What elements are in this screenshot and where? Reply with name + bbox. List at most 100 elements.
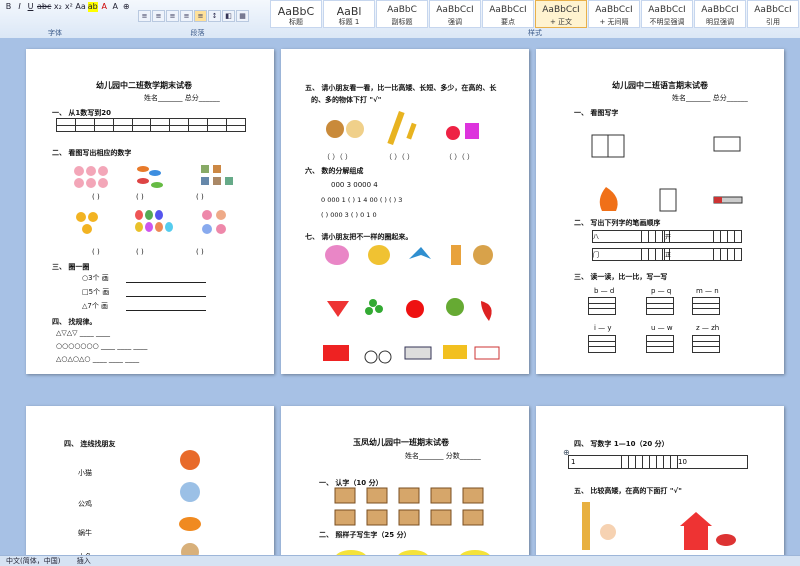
underline-button[interactable]: U [26,2,35,12]
style-strong[interactable]: AaBbCcI 要点 [482,0,534,28]
page-writing-numbers[interactable]: 四、 写数字 1—10（20 分） ⊕ 1 10 五、 比较高矮，在高的下面打 "… [536,406,784,556]
stroke-grid-ba[interactable]: 八 [591,230,671,243]
font-color-button[interactable]: A [100,2,109,12]
character-cards [334,487,484,526]
height-compare-pictures [582,502,736,550]
style-subtitle[interactable]: AaBbC 副标题 [376,0,428,28]
style-name: 明显强调 [706,18,734,26]
page-matching[interactable]: 四、 连线找朋友 小猫 公鸡 蜗牛 小鱼 [26,406,274,556]
style-heading1[interactable]: AaBl 标题 1 [323,0,375,28]
page-language-exam[interactable]: 幼儿园中二班语言期末试卷 姓名_______ 总分______ 一、 看图写字 … [536,49,784,374]
style-sample: AaBbCcI [542,5,580,15]
question-2: 二、 写出下列字的笔画顺序 [574,219,661,227]
dog-icon [326,120,364,138]
blank[interactable]: ( ) [92,248,100,256]
question-5: 五、 比较高矮，在高的下面打 "√" [574,487,682,495]
letter-pair: p — q [651,287,672,295]
number-writing-grid[interactable] [56,118,246,132]
highlight-button[interactable]: ab [87,2,98,12]
question-4: 四、 连线找朋友 [64,440,116,448]
number-grid[interactable]: 1 10 [568,455,748,469]
italic-button[interactable]: I [15,2,24,12]
align-right-button[interactable]: ≡ [166,10,179,22]
page-math-exam[interactable]: 幼儿园中二班数学期末试卷 姓名_______ 总分______ 一、 从1数写到… [26,49,274,374]
question-5-cont: 的、多的物体下打 "√" [311,96,382,104]
square-count-line: □5个 画 [82,288,110,296]
look-and-write-pictures [591,129,743,212]
question-1: 一、 从1数写到20 [52,109,112,117]
pattern-line: △○△○△○ ____ ____ ____ [56,355,140,363]
pinyin-grid[interactable] [646,297,674,315]
superscript-button[interactable]: x² [64,2,73,12]
child-icon [600,524,616,540]
answer-line[interactable] [126,296,206,297]
justify-button[interactable]: ≡ [180,10,193,22]
language-indicator[interactable]: 中文(简体，中国) [6,557,60,565]
style-emphasis[interactable]: AaBbCcI 强调 [429,0,481,28]
stroke-grid-kai[interactable]: 开 [663,230,743,243]
style-intense-emphasis[interactable]: AaBbCcI 明显强调 [694,0,746,28]
strikethrough-button[interactable]: abc [37,2,51,12]
style-quote[interactable]: AaBbCcI 引用 [747,0,799,28]
cow-icon [713,136,741,152]
style-subtle-emphasis[interactable]: AaBbCcI 不明显强调 [641,0,693,28]
line-spacing-button[interactable]: ↕ [208,10,221,22]
pinyin-grid[interactable] [588,297,616,315]
bicycle-icon [364,350,392,364]
question-2: 二、 照样子写生字（25 分） [319,531,411,539]
name-score-line: 姓名_______ 分数______ [405,452,481,460]
page-chinese-exam[interactable]: 玉凤幼儿园中一班期末试卷 姓名_______ 分数______ 一、 认字（10… [281,406,529,556]
style-sample: AaBl [336,5,362,17]
page-comparison[interactable]: 五、 请小朋友看一看，比一比高矮、长短、多少，在高的、长 的、多的物体下打 "√… [281,49,529,374]
blank[interactable]: ( ) [136,248,144,256]
style-normal[interactable]: AaBbCcI + 正文 [535,0,587,28]
pinyin-grid[interactable] [646,335,674,353]
rooster-icon [180,450,200,470]
blank[interactable]: ( ) [196,248,204,256]
answer-line[interactable] [126,310,206,311]
style-name: 强调 [448,18,462,26]
blank[interactable]: ( ) [136,193,144,201]
char-border-button[interactable]: ⊕ [122,2,131,12]
blank[interactable]: ( ) [92,193,100,201]
pig-group-icon [74,166,108,188]
answer-blanks[interactable]: （ ）（ ） [323,152,352,162]
cat-icon [180,482,200,502]
answer-blanks[interactable]: （ ）（ ） [445,152,474,162]
stroke-grid-men[interactable]: 门 [591,248,671,261]
page-title: 玉凤幼儿园中一班期末试卷 [353,438,449,447]
style-sample: AaBbCcI [701,5,739,15]
style-title[interactable]: AaBbC 标题 [270,0,322,28]
align-center-button[interactable]: ≡ [152,10,165,22]
apple-icon [406,300,424,318]
name-score-line: 姓名_______ 总分______ [672,94,748,102]
pinyin-grid[interactable] [692,297,720,315]
document-workspace[interactable]: 幼儿园中二班数学期末试卷 姓名_______ 总分______ 一、 从1数写到… [0,38,800,556]
letter-pair: z — zh [696,324,720,332]
pinyin-grid[interactable] [588,335,616,353]
char-shading-button[interactable]: A [111,2,120,12]
stroke-grid-zheng[interactable]: 正 [663,248,743,261]
style-name: 引用 [766,18,780,26]
shading-button[interactable]: ◧ [222,10,235,22]
bold-button[interactable]: B [4,2,13,12]
ribbon: B I U abc x₂ x² Aa ab A A ⊕ ≡ ≡ ≡ ≡ ≡ ↕ … [0,0,800,39]
align-left-button[interactable]: ≡ [138,10,151,22]
insert-mode-indicator[interactable]: 插入 [77,557,91,565]
answer-line[interactable] [126,282,206,283]
answer-blanks[interactable]: （ ）（ ） [385,152,414,162]
borders-button[interactable]: ▦ [236,10,249,22]
egg-group-icon [135,210,173,232]
grid-char: 八 [591,230,643,243]
grapes-icon [365,299,383,315]
blank[interactable]: ( ) [196,193,204,201]
distributed-button[interactable]: ≡ [194,10,207,22]
subscript-button[interactable]: x₂ [53,2,62,12]
name-score-line: 姓名_______ 总分______ [144,94,220,102]
style-no-spacing[interactable]: AaBbCcI + 无间隔 [588,0,640,28]
grid-first: 1 [568,455,622,469]
pinyin-grid[interactable] [692,335,720,353]
change-case-button[interactable]: Aa [75,2,85,12]
circle-count-line: ○3个 画 [82,274,109,282]
counting-pictures [74,165,233,234]
